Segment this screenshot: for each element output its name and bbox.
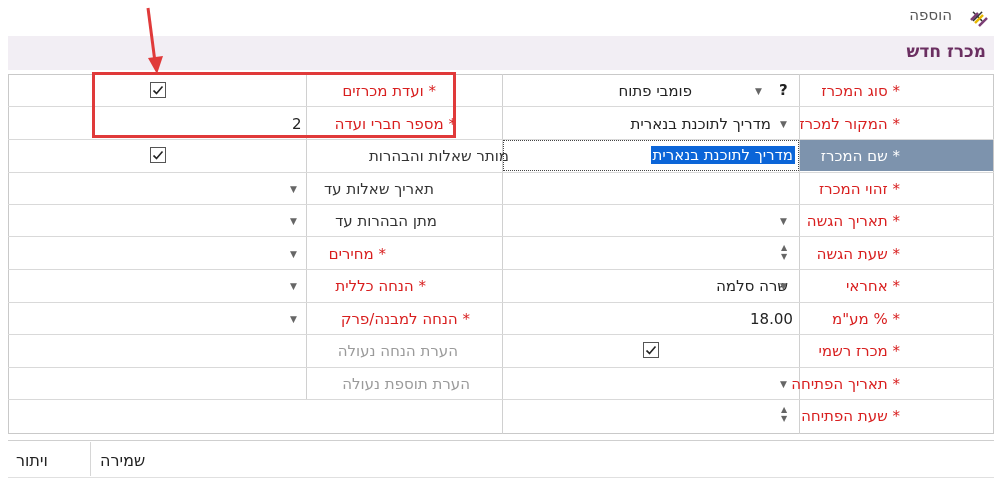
grid-row-line xyxy=(8,367,994,368)
locked-discount-note-label: הערת הנחה נעולה xyxy=(337,342,458,360)
official-tender-label: * מכרז רשמי xyxy=(818,342,900,360)
grid-row-line xyxy=(8,236,994,237)
tender-name-input[interactable]: מדריך לתוכנת בנארית xyxy=(503,140,799,171)
tender-source-value[interactable]: מדריך לתוכנת בנארית xyxy=(631,115,771,133)
annotation-arrow-icon xyxy=(146,7,163,74)
clarifications-deadline-label: מתן הבהרות עד xyxy=(335,212,437,230)
grid-row-line xyxy=(8,399,994,400)
grid-row-line xyxy=(8,269,994,270)
grid-row-line xyxy=(8,334,994,335)
chevron-down-icon[interactable]: ▼ xyxy=(290,250,297,260)
opening-date-label: * תאריך הפתיחה xyxy=(791,375,900,393)
app-logo-icon xyxy=(970,12,988,27)
official-tender-checkbox[interactable] xyxy=(643,342,659,358)
submission-date-label: * תאריך הגשה xyxy=(806,212,900,230)
checkmark-icon xyxy=(645,345,657,355)
tender-name-selected-text: מדריך לתוכנת בנארית xyxy=(650,146,795,164)
tender-id-label: * זהוי המכרז xyxy=(818,180,900,198)
footer-button-separator xyxy=(90,442,91,476)
form-title: מכרז חדש xyxy=(906,42,986,62)
vat-label: * % מע"מ xyxy=(832,310,900,328)
allow-questions-checkbox[interactable] xyxy=(150,147,166,163)
vat-input[interactable]: 18.00 xyxy=(750,310,793,328)
tender-type-value[interactable]: פומבי פתוח xyxy=(618,82,692,100)
general-discount-label: * הנחה כללית xyxy=(335,277,426,295)
opening-time-label: * שעת הפתיחה xyxy=(801,407,900,425)
grid-divider xyxy=(502,74,503,434)
tender-name-label: * שם המכרז xyxy=(820,147,900,165)
prices-label: * מחירים xyxy=(328,245,386,263)
checkmark-icon xyxy=(152,150,164,160)
tender-type-label: * סוג המכרז xyxy=(821,82,900,100)
responsible-label: * אחראי xyxy=(846,277,900,295)
cancel-button[interactable]: ויתור xyxy=(16,451,48,470)
chevron-down-icon[interactable]: ▼ xyxy=(290,282,297,292)
section-discount-label: * הנחה למבנה/פרק xyxy=(340,310,470,328)
chevron-down-icon[interactable]: ▼ xyxy=(290,185,297,195)
responsible-value[interactable]: שרה סלמה xyxy=(716,277,788,295)
allow-questions-label: מותר שאלות והבהרות xyxy=(368,147,509,165)
spinner-icon[interactable]: ▲ ▼ xyxy=(781,243,787,261)
chevron-down-icon[interactable]: ▼ xyxy=(780,282,787,292)
chevron-down-icon[interactable]: ▼ xyxy=(780,120,787,130)
window-title: הוספה xyxy=(909,6,952,24)
grid-row-line xyxy=(8,204,994,205)
spinner-icon[interactable]: ▲ ▼ xyxy=(781,405,787,423)
save-button[interactable]: שמירה xyxy=(100,451,145,470)
tender-source-label: * המקור למכרז xyxy=(799,115,900,133)
chevron-down-icon[interactable]: ▼ xyxy=(780,380,787,390)
chevron-down-icon[interactable]: ▼ xyxy=(780,217,787,227)
submission-time-label: * שעת הגשה xyxy=(816,245,900,263)
grid-row-line xyxy=(8,302,994,303)
help-icon[interactable]: ? xyxy=(779,81,788,99)
grid-row-line xyxy=(8,172,994,173)
locked-addition-note-label: הערת תוספת נעולה xyxy=(342,375,470,393)
annotation-highlight-box xyxy=(92,72,456,138)
chevron-down-icon[interactable]: ▼ xyxy=(755,87,762,97)
questions-deadline-label: תאריך שאלות עד xyxy=(323,180,434,198)
chevron-down-icon[interactable]: ▼ xyxy=(290,315,297,325)
footer-divider xyxy=(8,440,994,441)
footer-divider xyxy=(8,477,994,478)
chevron-down-icon[interactable]: ▼ xyxy=(290,217,297,227)
